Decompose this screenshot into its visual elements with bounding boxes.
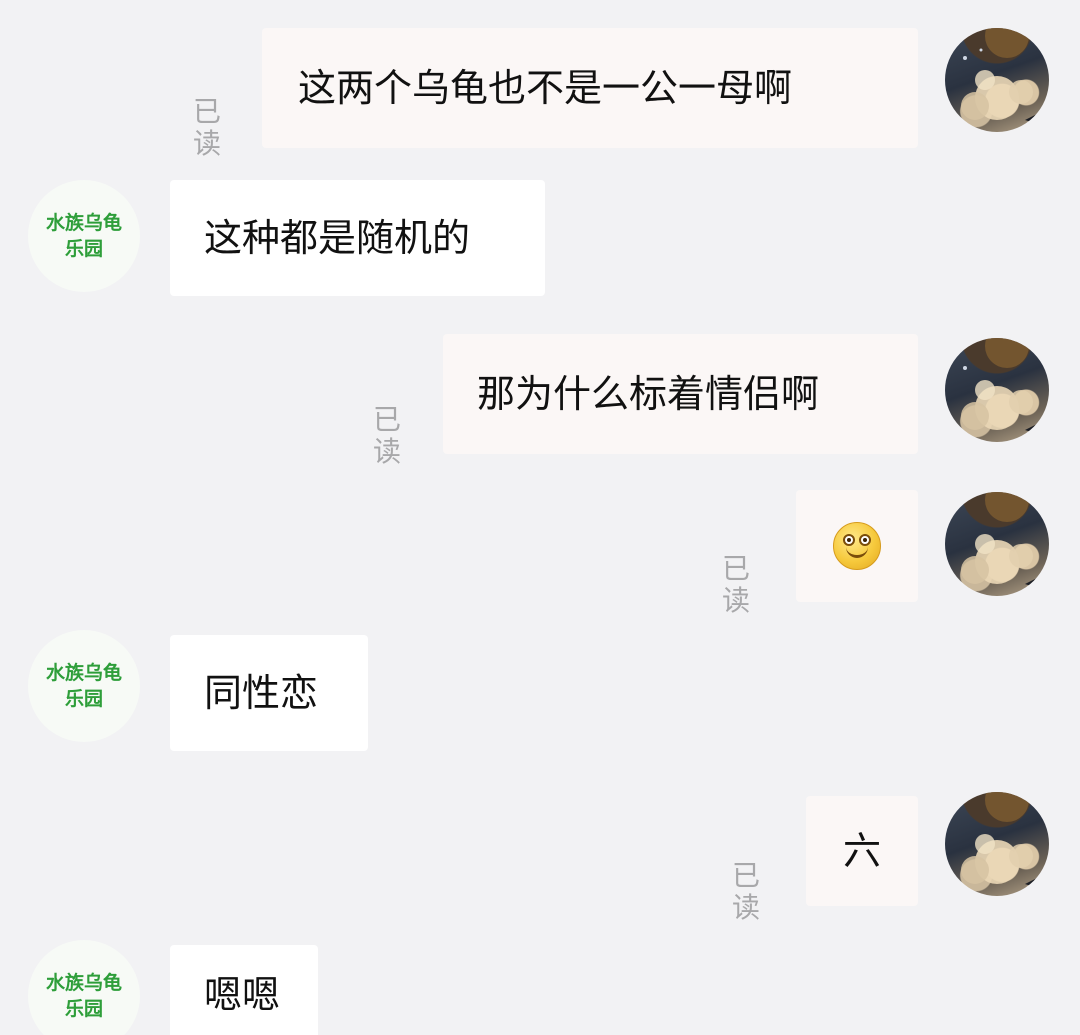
message-bubble[interactable]: 这两个乌龟也不是一公一母啊 xyxy=(262,28,918,148)
message-text: 同性恋 xyxy=(204,671,319,715)
self-avatar[interactable] xyxy=(945,28,1049,132)
contact-name-line2: 乐园 xyxy=(64,238,103,260)
message-bubble[interactable]: 这种都是随机的 xyxy=(170,180,545,296)
contact-name-line2: 乐园 xyxy=(64,688,103,710)
read-status: 已读 xyxy=(722,552,751,617)
read-status: 已读 xyxy=(193,95,222,160)
self-avatar[interactable] xyxy=(945,792,1049,896)
contact-name-line1: 水族乌龟 xyxy=(45,212,122,234)
contact-avatar[interactable]: 水族乌龟 乐园 xyxy=(28,180,140,292)
moon-tree-avatar-image xyxy=(961,492,1041,588)
message-text: 嗯嗯 xyxy=(204,973,281,1017)
contact-name-line1: 水族乌龟 xyxy=(45,972,122,994)
moon-tree-avatar-image xyxy=(961,338,1041,434)
moon-tree-avatar-image xyxy=(961,792,1041,888)
self-avatar[interactable] xyxy=(945,492,1049,596)
contact-avatar[interactable]: 水族乌龟 乐园 xyxy=(28,630,140,742)
contact-avatar[interactable]: 水族乌龟 乐园 xyxy=(28,940,140,1035)
contact-name-line2: 乐园 xyxy=(64,998,103,1020)
message-bubble[interactable]: 嗯嗯 xyxy=(170,945,318,1035)
contact-name-line1: 水族乌龟 xyxy=(45,662,122,684)
message-text: 这两个乌龟也不是一公一母啊 xyxy=(298,66,793,110)
message-bubble[interactable]: 同性恋 xyxy=(170,635,368,751)
moon-tree-avatar-image xyxy=(961,28,1041,124)
message-text: 六 xyxy=(842,829,881,873)
message-bubble[interactable] xyxy=(796,490,918,602)
read-status: 已读 xyxy=(373,403,402,468)
message-text: 这种都是随机的 xyxy=(204,216,471,260)
message-bubble[interactable]: 那为什么标着情侣啊 xyxy=(443,334,918,454)
chat-view: 已读 这两个乌龟也不是一公一母啊 水族乌龟 乐园 这种都是随机的 已读 那为什么… xyxy=(0,0,1080,1035)
message-text: 那为什么标着情侣啊 xyxy=(477,372,820,416)
self-avatar[interactable] xyxy=(945,338,1049,442)
read-status: 已读 xyxy=(732,859,761,924)
message-bubble[interactable]: 六 xyxy=(806,796,918,906)
smile-emoji-icon xyxy=(833,522,881,570)
